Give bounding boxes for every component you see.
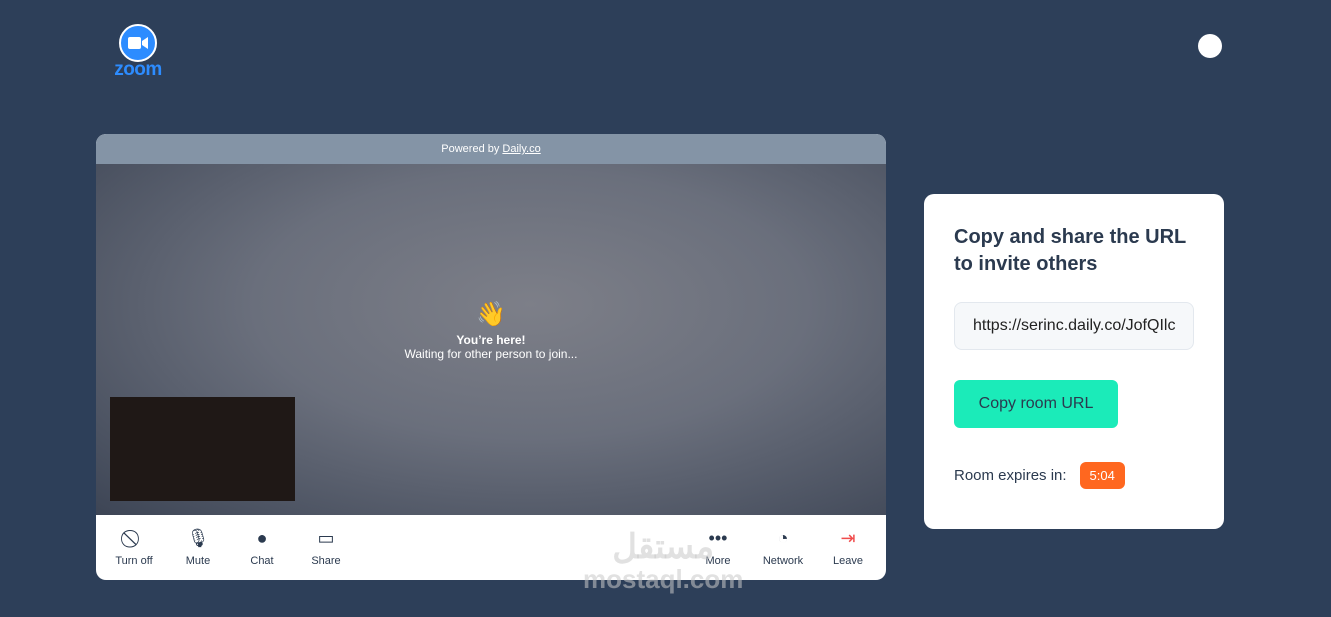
powered-by: Powered by Daily.co (96, 134, 886, 164)
button-label: Network (762, 555, 804, 567)
button-label: Mute (185, 555, 211, 567)
share-title: Copy and share the URL to invite others (954, 226, 1186, 275)
daily-link[interactable]: Daily.co (502, 143, 540, 155)
status-subtitle: Waiting for other person to join... (404, 347, 578, 361)
screen-share-icon: ▭ (317, 528, 335, 548)
watermark: مستقل mostaql.com (583, 530, 743, 595)
mute-button[interactable]: 🎙 Mute (168, 527, 228, 567)
status-title: You’re here! (456, 333, 526, 347)
video-call-frame: Powered by Daily.co 👋 You’re here! Waiti… (96, 134, 886, 580)
watermark-arabic: مستقل (612, 528, 715, 566)
turn-off-camera-button[interactable]: ⃠ Turn off (104, 527, 164, 567)
waving-hand-icon: 👋 (476, 301, 506, 328)
logo-text: zoom (114, 59, 162, 80)
watermark-latin: mostaql.com (583, 564, 744, 594)
leave-button[interactable]: ⇥ Leave (818, 527, 878, 567)
camera-off-icon: ⃠ (104, 527, 164, 549)
button-label: Turn off (115, 555, 153, 567)
chat-icon: ● (256, 528, 268, 548)
expires-label: Room expires in: (954, 467, 1067, 484)
leave-icon: ⇥ (840, 528, 856, 548)
call-controls: ⃠Turn off 🎙Mute ●Chat ▭Share •••More ◔Ne… (96, 515, 886, 580)
network-button[interactable]: ◔ Network (753, 527, 813, 567)
button-label: Leave (833, 555, 863, 567)
network-icon: ◔ (777, 528, 789, 548)
zoom-logo[interactable]: zoom (108, 24, 168, 81)
powered-prefix: Powered by (441, 143, 503, 155)
chat-button[interactable]: ● Chat (232, 527, 292, 567)
expires-badge: 5:04 (1079, 462, 1125, 489)
share-button[interactable]: ▭ Share (296, 527, 356, 567)
copy-room-url-button[interactable]: Copy room URL (954, 380, 1118, 428)
button-label: Chat (250, 555, 274, 567)
mic-off-icon: 🎙 (186, 528, 210, 548)
button-label: Share (311, 555, 341, 567)
self-video-tile (110, 397, 295, 501)
share-card: Copy and share the URL to invite others … (924, 194, 1224, 529)
room-url-input[interactable]: https://serinc.daily.co/JofQIlc (954, 302, 1194, 350)
video-camera-icon (119, 24, 157, 62)
remote-video: 👋 You’re here! Waiting for other person … (96, 164, 886, 515)
github-icon[interactable] (1198, 34, 1222, 58)
